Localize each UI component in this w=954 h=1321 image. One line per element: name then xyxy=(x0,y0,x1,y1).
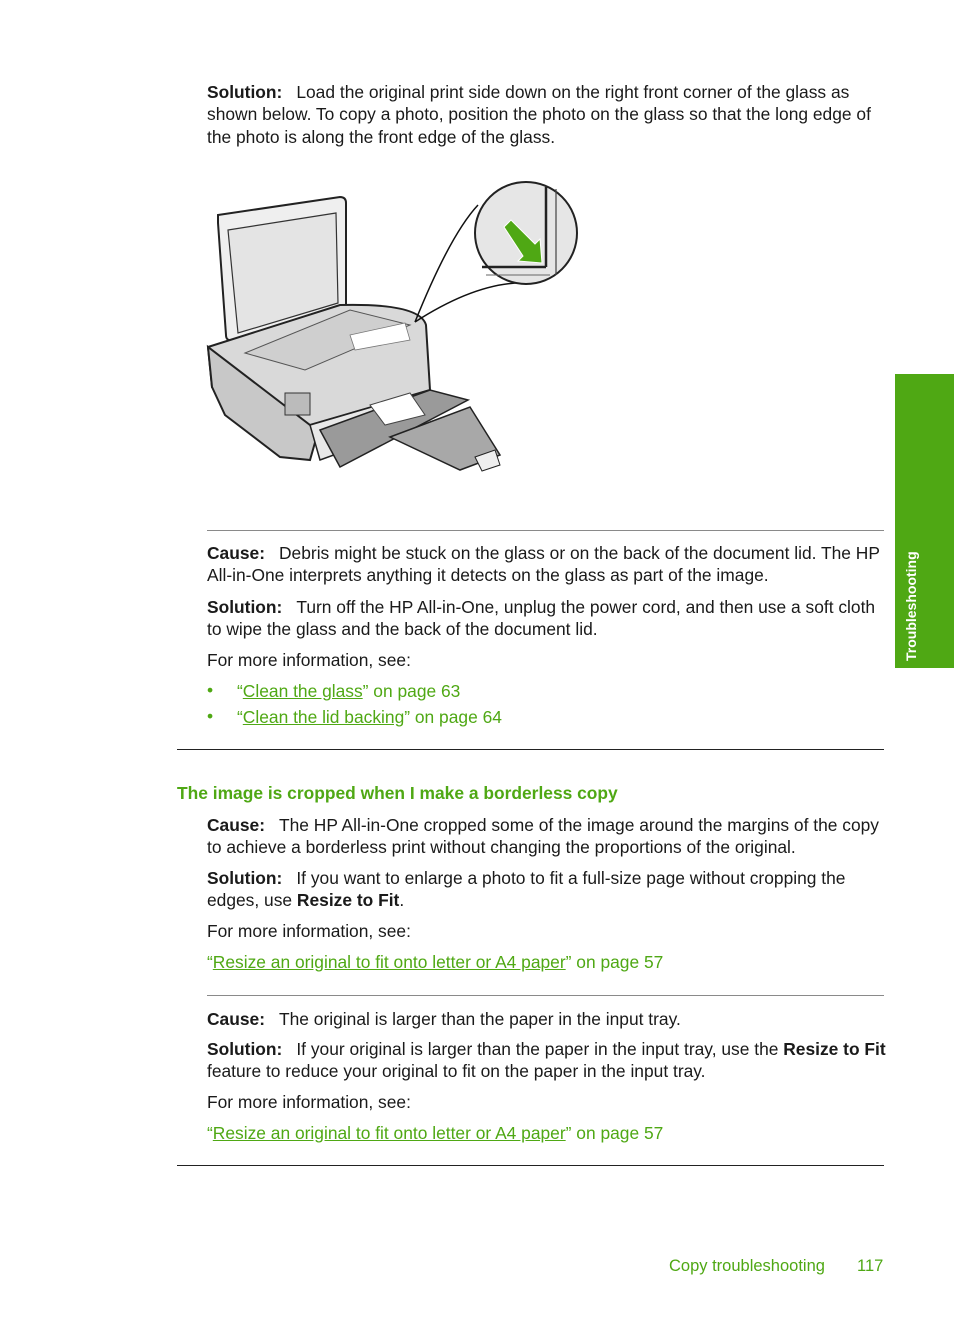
link-resize-original[interactable]: Resize an original to fit onto letter or… xyxy=(213,952,566,972)
reference-link-item: “Clean the glass” on page 63 xyxy=(237,680,460,702)
solution-text-end: feature to reduce your original to fit o… xyxy=(207,1061,706,1082)
solution-paragraph-1: Solution: Load the original print side do… xyxy=(207,81,887,148)
solution-label: Solution: xyxy=(207,597,283,617)
link-resize-original[interactable]: Resize an original to fit onto letter or… xyxy=(213,1123,566,1143)
solution-text: Load the original print side down on the… xyxy=(207,82,871,147)
divider xyxy=(207,995,884,996)
solution-text: Turn off the HP All-in-One, unplug the p… xyxy=(207,597,876,640)
solution-text: If your original is larger than the pape… xyxy=(296,1039,784,1059)
cause-text: The HP All-in-One cropped some of the im… xyxy=(207,815,879,858)
reference-link-item: “Resize an original to fit onto letter o… xyxy=(207,1122,887,1144)
divider xyxy=(207,530,884,531)
bullet-icon: • xyxy=(207,706,214,726)
reference-link-item: “Resize an original to fit onto letter o… xyxy=(207,951,887,973)
solution-label: Solution: xyxy=(207,1039,283,1059)
page-reference: ” on page 57 xyxy=(565,952,664,972)
cause-paragraph-4: Cause: The original is larger than the pa… xyxy=(207,1008,887,1030)
reference-link-item: “Clean the lid backing” on page 64 xyxy=(237,706,502,728)
page-reference: ” on page 63 xyxy=(362,681,461,701)
more-info-text: For more information, see: xyxy=(207,1092,411,1112)
resize-to-fit-term: Resize to Fit xyxy=(783,1039,886,1059)
solution-paragraph-3: Solution: If you want to enlarge a photo … xyxy=(207,867,887,912)
footer-section-title: Copy troubleshooting xyxy=(669,1257,825,1275)
section-heading: The image is cropped when I make a borde… xyxy=(177,783,618,803)
solution-label: Solution: xyxy=(207,82,283,102)
cause-label: Cause: xyxy=(207,1009,265,1029)
solution-text-end: . xyxy=(399,890,405,911)
solution-paragraph-2: Solution: Turn off the HP All-in-One, unp… xyxy=(207,596,887,641)
cause-label: Cause: xyxy=(207,543,265,563)
cause-paragraph-2: Cause: Debris might be stuck on the glass… xyxy=(207,542,887,587)
side-tab-label: Troubleshooting xyxy=(903,551,919,661)
cause-label: Cause: xyxy=(207,815,265,835)
solution-paragraph-4: Solution: If your original is larger than… xyxy=(207,1038,887,1083)
more-info-text: For more information, see: xyxy=(207,650,411,670)
cause-text: The original is larger than the paper in… xyxy=(279,1009,681,1029)
page-number: 117 xyxy=(857,1257,884,1275)
magnified-corner-inset xyxy=(474,181,578,285)
more-info-text: For more information, see: xyxy=(207,921,411,941)
cause-text: Debris might be stuck on the glass or on… xyxy=(207,543,880,586)
link-clean-the-lid-backing[interactable]: Clean the lid backing xyxy=(243,707,404,727)
link-clean-the-glass[interactable]: Clean the glass xyxy=(243,681,363,701)
resize-to-fit-term: Resize to Fit xyxy=(296,890,400,911)
section-divider xyxy=(177,749,884,750)
page-reference: ” on page 64 xyxy=(404,707,502,727)
printer-illustration xyxy=(206,181,578,472)
bullet-icon: • xyxy=(207,680,214,700)
cause-paragraph-3: Cause: The HP All-in-One cropped some of … xyxy=(207,814,887,859)
solution-label: Solution: xyxy=(207,868,283,888)
section-divider xyxy=(177,1165,884,1166)
page-reference: ” on page 57 xyxy=(565,1123,664,1143)
